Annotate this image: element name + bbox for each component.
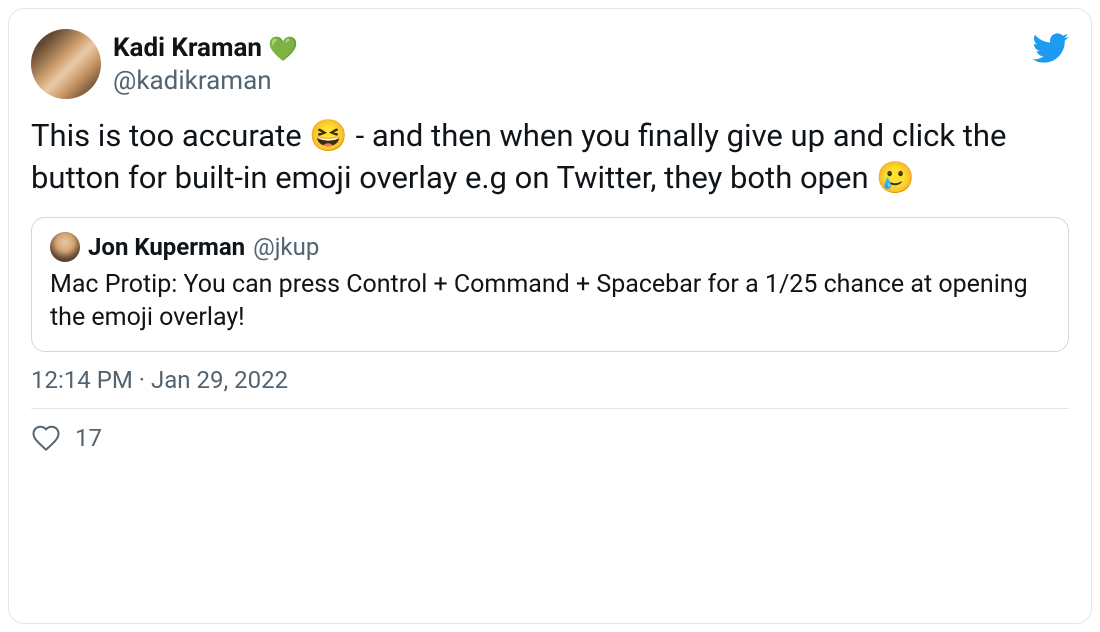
twitter-bird-icon[interactable] (1031, 29, 1069, 67)
heart-outline-icon[interactable] (31, 423, 61, 453)
tweet-body-text: This is too accurate 😆 - and then when y… (31, 115, 1069, 199)
like-count: 17 (75, 424, 102, 452)
quoted-author-display-name: Jon Kuperman (88, 233, 245, 261)
author-display-name: Kadi Kraman (113, 33, 262, 64)
quoted-tweet-body-text: Mac Protip: You can press Control + Comm… (50, 268, 1050, 336)
tweet-timestamp[interactable]: 12:14 PM · Jan 29, 2022 (31, 366, 1069, 394)
tweet-actions: 17 (31, 423, 1069, 453)
green-heart-icon: 💚 (268, 35, 298, 63)
tweet-card[interactable]: Kadi Kraman 💚 @kadikraman This is too ac… (8, 8, 1092, 624)
quoted-tweet-header: Jon Kuperman @jkup (50, 232, 1050, 262)
quoted-tweet-card[interactable]: Jon Kuperman @jkup Mac Protip: You can p… (31, 217, 1069, 353)
tweet-footer: 12:14 PM · Jan 29, 2022 17 (31, 366, 1069, 453)
quoted-author-handle: @jkup (253, 233, 319, 261)
author-handle: @kadikraman (113, 66, 298, 97)
author-name-block[interactable]: Kadi Kraman 💚 @kadikraman (113, 33, 298, 97)
footer-divider (31, 408, 1069, 409)
quoted-author-avatar[interactable] (50, 232, 80, 262)
author-avatar[interactable] (31, 29, 101, 99)
tweet-header: Kadi Kraman 💚 @kadikraman (31, 29, 1069, 99)
